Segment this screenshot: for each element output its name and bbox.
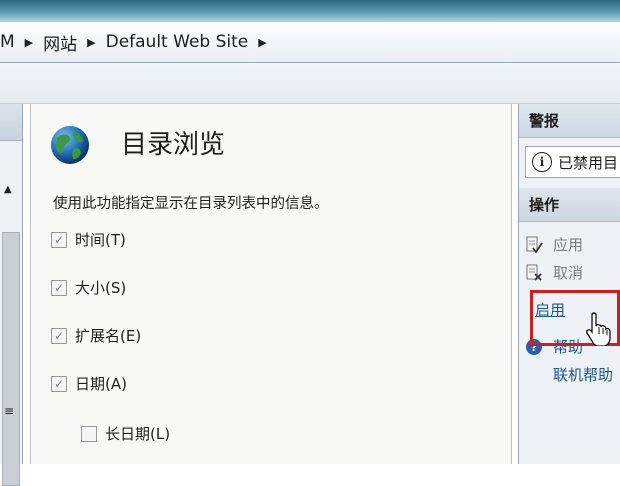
breadcrumb-arrow-icon[interactable]: ▶	[21, 36, 37, 49]
option-extension[interactable]: ✓ 扩展名(E)	[51, 325, 141, 346]
alert-message: i 已禁用目	[525, 146, 620, 178]
breadcrumb-item-site[interactable]: Default Web Site	[100, 32, 255, 52]
connections-pane: ▲ ≡	[0, 104, 23, 486]
option-date-label: 日期(A)	[75, 375, 127, 393]
cancel-icon	[526, 264, 542, 281]
breadcrumb-arrow-icon[interactable]: ▶	[254, 36, 270, 49]
page-title: 目录浏览	[121, 130, 226, 160]
online-help-link[interactable]: 联机帮助	[553, 364, 613, 385]
actions-header: 操作	[519, 188, 620, 222]
apply-label: 应用	[553, 236, 584, 254]
alert-text: 已禁用目	[558, 153, 619, 172]
breadcrumb-arrow-icon[interactable]: ▶	[83, 36, 99, 49]
grip-icon[interactable]: ≡	[4, 404, 14, 418]
connections-scrollbar[interactable]	[2, 232, 20, 486]
feature-page: 目录浏览 使用此功能指定显示在目录列表中的信息。 ✓ 时间(T) ✓ 大小(S)…	[30, 104, 512, 464]
checkbox-extension[interactable]: ✓	[51, 327, 67, 344]
hand-cursor-icon	[586, 312, 611, 346]
scroll-up-icon[interactable]: ▲	[4, 184, 12, 195]
connections-pane-header	[0, 104, 22, 141]
option-size-label: 大小(S)	[75, 279, 127, 297]
option-extension-label: 扩展名(E)	[75, 327, 142, 345]
cancel-action[interactable]: 取消	[525, 262, 583, 283]
option-long-date-label: 长日期(L)	[105, 425, 171, 443]
info-icon: i	[532, 152, 552, 172]
breadcrumb-item-sites[interactable]: 网站	[37, 30, 83, 55]
page-description: 使用此功能指定显示在目录列表中的信息。	[53, 196, 329, 212]
option-time-label: 时间(T)	[75, 231, 126, 249]
window-title-strip	[0, 0, 620, 22]
checkbox-date[interactable]: ✓	[51, 375, 67, 392]
option-time[interactable]: ✓ 时间(T)	[51, 229, 126, 250]
actions-pane: 警报 i 已禁用目 操作 应用 取消 启用 ? 帮助 联机帮助	[518, 104, 620, 464]
apply-icon	[526, 236, 543, 254]
alerts-header: 警报	[519, 104, 620, 138]
option-date[interactable]: ✓ 日期(A)	[51, 373, 127, 394]
checkbox-long-date[interactable]	[81, 425, 97, 442]
apply-action[interactable]: 应用	[525, 234, 583, 255]
option-size[interactable]: ✓ 大小(S)	[51, 277, 126, 298]
cancel-label: 取消	[553, 264, 584, 282]
option-long-date[interactable]: 长日期(L)	[81, 423, 170, 444]
breadcrumb-item-server[interactable]: M	[0, 32, 21, 52]
breadcrumb: M ▶ 网站 ▶ Default Web Site ▶	[0, 22, 620, 63]
checkbox-size[interactable]: ✓	[51, 279, 67, 296]
menu-band	[0, 63, 620, 104]
checkbox-time[interactable]: ✓	[51, 231, 67, 248]
globe-icon	[51, 126, 89, 164]
